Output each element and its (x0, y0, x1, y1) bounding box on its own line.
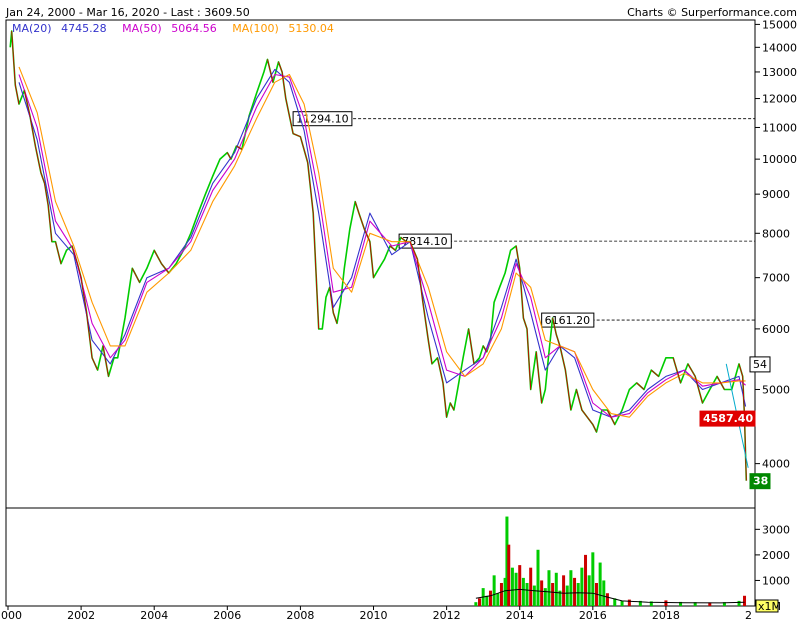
volume-bar (737, 600, 741, 606)
x-tick-label: 2012 (433, 609, 461, 622)
price-y-tick-label: 4000 (762, 458, 790, 471)
price-y-tick-label: 15000 (762, 18, 797, 31)
volume-bar (569, 570, 573, 606)
volume-bar (565, 585, 569, 606)
volume-bar (620, 600, 624, 606)
volume-bar (580, 567, 584, 606)
ma20-legend-label: MA(20) (12, 22, 52, 35)
volume-bar (529, 567, 533, 606)
volume-bar (554, 572, 558, 606)
x-tick-label: 2016 (579, 609, 607, 622)
volume-bar (485, 595, 489, 606)
stock-chart: Jan 24, 2000 - Mar 16, 2020 - Last : 360… (0, 0, 805, 630)
price-badge-label: 54 (753, 358, 767, 371)
volume-bar (562, 575, 566, 606)
volume-bar (474, 602, 478, 606)
price-y-tick-label: 12000 (762, 93, 797, 106)
ma50-legend-label: MA(50) (122, 22, 162, 35)
chart-credit: Charts © Surperformance.com (627, 6, 797, 19)
volume-bar (584, 554, 588, 606)
price-y-tick-label: 10000 (762, 153, 797, 166)
volume-unit-label: x1M (758, 600, 781, 613)
volume-bar (598, 562, 602, 606)
x-edge-tick-label: 2 (745, 609, 752, 622)
volume-bar (576, 583, 580, 606)
ma20-legend-value: 4745.28 (61, 22, 107, 35)
x-tick-label: 2008 (286, 609, 314, 622)
price-badge-label: 4587.40 (703, 412, 753, 425)
volume-bar (551, 583, 555, 606)
price-y-tick-label: 11000 (762, 121, 797, 134)
x-tick-label: 2000 (0, 609, 22, 622)
volume-bar (499, 583, 503, 606)
volume-y-tick-label: 3000 (762, 523, 790, 536)
volume-bar (547, 570, 551, 606)
volume-bar (627, 599, 631, 606)
price-y-tick-label: 9000 (762, 188, 790, 201)
x-tick-label: 2014 (506, 609, 534, 622)
volume-bar (521, 577, 525, 606)
ma50-legend-value: 5064.56 (171, 22, 217, 35)
volume-y-tick-label: 1000 (762, 574, 790, 587)
volume-bar (507, 544, 511, 606)
ma100-legend-label: MA(100) (232, 22, 279, 35)
volume-bar (478, 598, 482, 606)
volume-y-tick-label: 2000 (762, 549, 790, 562)
price-y-tick-label: 14000 (762, 41, 797, 54)
x-tick-label: 2002 (67, 609, 95, 622)
ma100-legend-value: 5130.04 (288, 22, 334, 35)
x-tick-label: 2004 (140, 609, 168, 622)
chart-background (0, 0, 805, 630)
price-y-tick-label: 13000 (762, 66, 797, 79)
volume-bar (510, 567, 514, 606)
volume-bar (496, 593, 500, 606)
volume-bar (743, 595, 747, 606)
volume-bar (525, 583, 529, 606)
volume-bar (587, 575, 591, 606)
price-y-tick-label: 5000 (762, 383, 790, 396)
x-tick-label: 2006 (213, 609, 241, 622)
x-tick-label: 2018 (652, 609, 680, 622)
volume-bar (605, 593, 609, 606)
volume-bar (591, 552, 595, 606)
volume-bar (602, 580, 606, 606)
price-y-tick-label: 6000 (762, 323, 790, 336)
volume-bar (536, 549, 540, 606)
chart-range-label: Jan 24, 2000 - Mar 16, 2020 - Last : 360… (5, 6, 250, 19)
volume-bar (543, 588, 547, 606)
price-y-tick-label: 8000 (762, 227, 790, 240)
volume-bar (540, 580, 544, 606)
volume-bar (573, 577, 577, 606)
x-tick-label: 2010 (360, 609, 388, 622)
volume-bar (664, 600, 668, 606)
volume-bar (492, 575, 496, 606)
price-y-tick-label: 7000 (762, 272, 790, 285)
volume-bar (518, 565, 522, 606)
volume-bar (532, 585, 536, 606)
price-badge-label: 38 (753, 475, 768, 488)
volume-bar (488, 590, 492, 606)
